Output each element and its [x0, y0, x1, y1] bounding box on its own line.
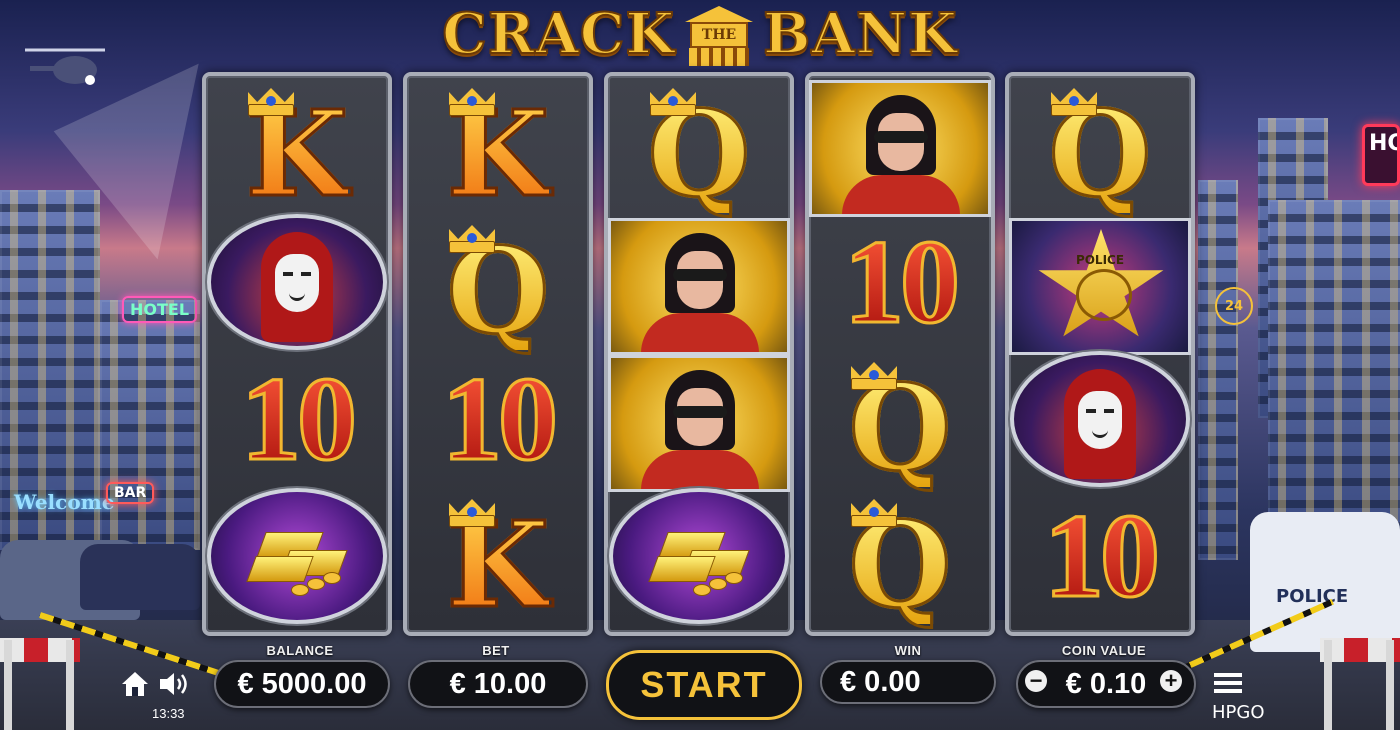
minus-icon[interactable]: −: [1025, 670, 1047, 692]
crown-icon: [851, 497, 897, 527]
barrier-right: [1320, 620, 1400, 730]
eye-mask-icon: [673, 406, 727, 418]
symbol-heist-woman: [608, 218, 790, 355]
hotel-sign-right: HO: [1362, 124, 1400, 186]
eye-mask-icon: [673, 269, 727, 281]
police-car-label: POLICE: [1276, 586, 1349, 607]
building-hotel: [100, 300, 200, 550]
bank-building-icon: THE: [685, 6, 754, 66]
reel-5: Q POLICE 10: [1005, 72, 1195, 636]
crown-icon: [449, 86, 495, 116]
reel-1: K 10: [202, 72, 392, 636]
symbol-q: Q: [445, 220, 551, 360]
coin-value-label: COIN VALUE: [1061, 643, 1147, 658]
crown-icon: [449, 497, 495, 527]
hotel-sign: HOTEL: [122, 296, 198, 323]
hacker-mask-icon: [275, 253, 319, 312]
symbol-q: Q: [1047, 83, 1153, 223]
symbol-gold-bars: [608, 487, 790, 624]
police-car-left: [80, 544, 200, 610]
symbol-police-badge: POLICE: [1009, 218, 1191, 355]
symbol-10: 10: [240, 351, 359, 485]
win-display: € 0.00: [820, 660, 996, 704]
hours-sign: 24: [1215, 287, 1253, 325]
menu-icon[interactable]: [1214, 672, 1242, 694]
crown-icon: [851, 360, 897, 390]
crown-icon: [1051, 86, 1097, 116]
crown-icon: [650, 86, 696, 116]
clock: 13:33: [152, 706, 185, 721]
symbol-q: Q: [847, 357, 953, 497]
building-right: [1268, 200, 1400, 540]
reel-3: Q: [604, 72, 794, 636]
game-title: CRACK THE BANK: [400, 0, 1000, 68]
symbol-heist-woman: [809, 80, 991, 217]
symbol-heist-woman: [608, 355, 790, 492]
title-crack: CRACK: [441, 0, 676, 68]
balance-label: BALANCE: [266, 643, 334, 658]
building-mid: [1198, 180, 1238, 560]
symbol-k: K: [445, 494, 551, 634]
symbol-hacker: [1009, 350, 1191, 487]
start-button[interactable]: START: [606, 650, 802, 720]
reel-2: K Q 10 K: [403, 72, 593, 636]
police-badge-text: POLICE: [1075, 253, 1125, 267]
symbol-q: Q: [847, 494, 953, 634]
gold-bars-icon: [207, 487, 387, 624]
home-icon[interactable]: [120, 670, 150, 698]
symbol-k: K: [244, 83, 350, 223]
balance-display: € 5000.00: [214, 660, 390, 708]
plus-icon[interactable]: +: [1160, 670, 1182, 692]
title-the: THE: [689, 22, 749, 48]
bet-display[interactable]: € 10.00: [408, 660, 588, 708]
reel-4: 10 Q Q: [805, 72, 995, 636]
gold-bars-icon: [609, 487, 789, 624]
symbol-gold-bars: [206, 487, 388, 624]
police-badge-icon: POLICE: [1009, 218, 1191, 355]
provider-logo: HPGO: [1212, 702, 1265, 723]
symbol-q: Q: [646, 83, 752, 223]
welcome-sign: Welcome: [14, 490, 115, 514]
title-bank: BANK: [762, 0, 958, 68]
bet-label: BET: [482, 643, 510, 658]
bar-sign: BAR: [106, 482, 155, 504]
symbol-hacker: [206, 213, 388, 350]
symbol-10: 10: [843, 214, 962, 348]
eye-mask-icon: [874, 131, 928, 143]
sound-icon[interactable]: [158, 670, 190, 698]
symbol-10: 10: [441, 351, 560, 485]
symbol-10: 10: [1043, 488, 1162, 622]
crown-icon: [248, 86, 294, 116]
symbol-k: K: [445, 83, 551, 223]
crown-icon: [449, 223, 495, 253]
win-label: WIN: [894, 643, 922, 658]
barrier-left: [0, 620, 80, 730]
hacker-mask-icon: [1078, 390, 1122, 449]
helicopter-icon: [25, 48, 105, 85]
